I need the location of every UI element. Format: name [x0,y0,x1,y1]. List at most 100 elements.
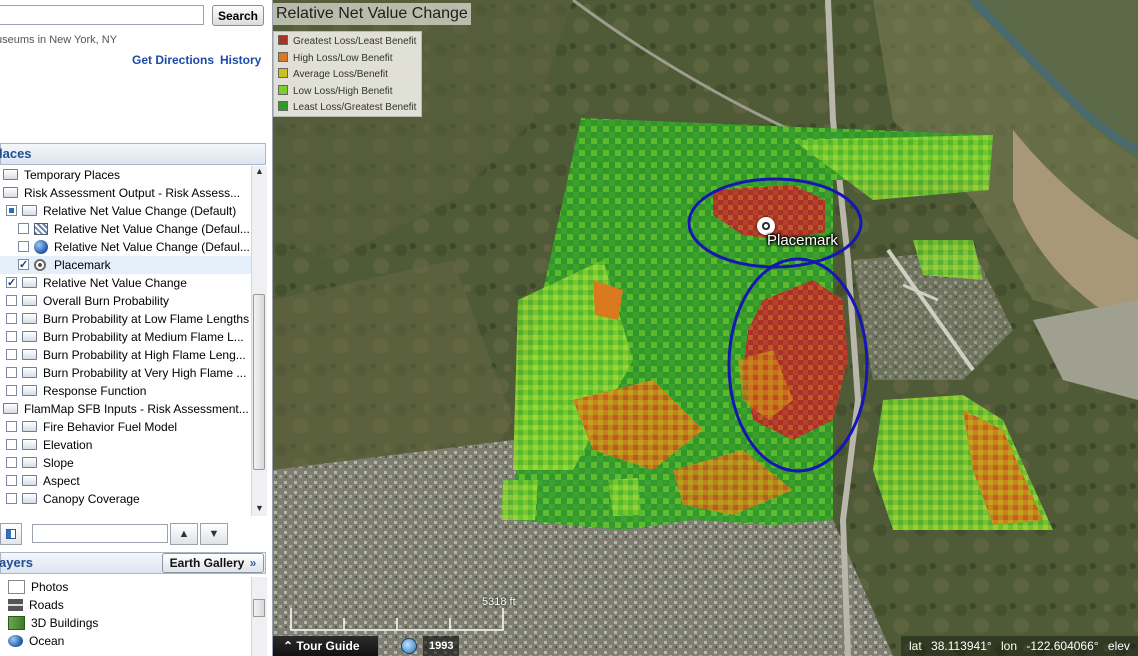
places-tree-item-label: Burn Probability at Medium Flame L... [43,330,244,344]
search-hint: useums in New York, NY [0,34,118,46]
legend-swatch [278,68,288,79]
visibility-checkbox[interactable] [6,385,17,397]
legend-item: High Loss/Low Benefit [278,51,393,67]
places-tree-item[interactable]: Relative Net Value Change [0,274,251,292]
places-tree-item[interactable]: Burn Probability at High Flame Leng... [0,346,251,364]
folder-icon [22,457,37,469]
visibility-checkbox[interactable] [6,367,17,379]
layer-item[interactable]: Roads [8,596,64,614]
layer-item[interactable]: Ocean [8,632,64,650]
map-status-bar: ⌃ Tour Guide 1993 lat 38.113941° lon -12… [273,636,1138,656]
scroll-down-arrow-icon[interactable]: ▼ [255,503,264,513]
visibility-checkbox[interactable] [6,457,17,469]
folder-icon [22,385,37,397]
places-tree-item[interactable]: Relative Net Value Change (Default) [0,202,251,220]
places-panel-title: laces [0,146,32,161]
places-tree-item[interactable]: Risk Assessment Output - Risk Assess... [0,184,251,202]
legend-label: High Loss/Low Benefit [293,52,393,64]
search-button[interactable]: Search [212,5,264,26]
places-tree-item[interactable]: Canopy Coverage [0,490,251,508]
places-tree-item[interactable]: Response Function [0,382,251,400]
places-tree-item[interactable]: Burn Probability at Medium Flame L... [0,328,251,346]
tour-guide-button[interactable]: ⌃ Tour Guide [273,636,378,656]
places-tree-item-label: Risk Assessment Output - Risk Assess... [24,186,241,200]
move-up-button[interactable]: ▲ [170,523,198,545]
places-tree-item[interactable]: Slope [0,454,251,472]
places-tree-item[interactable]: Fire Behavior Fuel Model [0,418,251,436]
folder-icon [22,331,37,343]
earth-gallery-label: Earth Gallery [169,556,245,570]
scroll-up-arrow-icon[interactable]: ▲ [255,166,264,176]
visibility-checkbox[interactable] [18,256,29,274]
places-tree-item[interactable]: Aspect [0,472,251,490]
places-panel-header[interactable]: laces [0,143,266,165]
imagery-date: 1993 [423,636,460,656]
places-tree-item[interactable]: FlamMap SFB Inputs - Risk Assessment... [0,400,251,418]
roads-icon [8,598,23,611]
legend-label: Least Loss/Greatest Benefit [293,102,417,113]
places-tree-item[interactable]: Elevation [0,436,251,454]
legend-label: Average Loss/Benefit [293,69,388,80]
places-tree-item[interactable]: Temporary Places [0,166,251,184]
places-tree-item-label: Burn Probability at High Flame Leng... [43,348,246,362]
layer-item[interactable]: 3D Buildings [8,614,98,632]
historical-imagery-clock-icon[interactable] [401,638,417,654]
layer-item[interactable]: Photos [8,578,68,596]
visibility-checkbox[interactable] [18,223,29,235]
folder-icon [22,367,37,379]
places-scroll-thumb[interactable] [253,294,265,470]
places-tree-item-label: Temporary Places [24,168,121,182]
places-filter-input[interactable] [32,524,168,543]
placemark-label[interactable]: Placemark [767,232,838,249]
places-tree-item-label: Response Function [43,384,147,398]
places-tree-item[interactable]: Placemark [0,256,251,274]
earth-gallery-button[interactable]: Earth Gallery » [162,553,264,573]
visibility-checkbox[interactable] [18,241,29,253]
visibility-checkbox[interactable] [6,274,17,292]
places-tree-item[interactable]: Relative Net Value Change (Defaul... [0,238,251,256]
places-tree-item[interactable]: Relative Net Value Change (Defaul... [0,220,251,238]
history-link[interactable]: History [220,53,261,67]
places-tree-item-label: Relative Net Value Change [43,276,187,290]
places-tree-item[interactable]: Burn Probability at Low Flame Lengths [0,310,251,328]
visibility-checkbox[interactable] [6,421,17,433]
visibility-checkbox[interactable] [6,295,17,307]
layer-item-label: 3D Buildings [31,616,99,630]
places-tree-item[interactable]: Overall Burn Probability [0,292,251,310]
visibility-checkbox[interactable] [6,313,17,325]
get-directions-link[interactable]: Get Directions [132,53,214,67]
places-tree-item-label: Relative Net Value Change (Default) [43,204,237,218]
scale-label: 5318 ft [482,596,516,608]
visibility-checkbox[interactable] [6,439,17,451]
visibility-checkbox[interactable] [6,475,17,487]
elev-label: elev [1107,639,1130,653]
visibility-checkbox[interactable] [6,205,17,217]
legend-swatch [278,35,288,46]
legend-swatch [278,51,288,62]
globe-icon [34,239,48,254]
search-input[interactable] [0,5,204,25]
sidebar-toggle-button[interactable] [0,523,22,545]
folder-icon [3,169,18,181]
places-tree-item[interactable]: Burn Probability at Very High Flame ... [0,364,251,382]
places-scrollbar[interactable]: ▲ ▼ [251,166,267,516]
folder-icon [22,295,37,307]
places-tree-item-label: Relative Net Value Change (Defaul... [54,240,250,254]
legend-title: Relative Net Value Change [273,3,471,25]
places-tree-item-label: Aspect [43,474,80,488]
visibility-checkbox[interactable] [6,349,17,361]
visibility-checkbox[interactable] [6,493,17,505]
places-toolbar: ▲ ▼ [0,520,266,548]
lon-label: lon [1001,639,1018,653]
folder-icon [22,349,37,361]
move-down-button[interactable]: ▼ [200,523,228,545]
places-tree-item-label: Canopy Coverage [43,492,140,506]
folder-icon [22,205,37,217]
lon-value: -122.604066° [1026,639,1099,653]
visibility-checkbox[interactable] [6,331,17,343]
folder-icon [22,493,37,505]
layer-item-label: Photos [31,580,69,594]
layers-scrollbar[interactable] [251,577,267,656]
map-view[interactable]: Relative Net Value Change Greatest Loss/… [273,0,1138,656]
layers-scroll-thumb[interactable] [253,599,265,617]
